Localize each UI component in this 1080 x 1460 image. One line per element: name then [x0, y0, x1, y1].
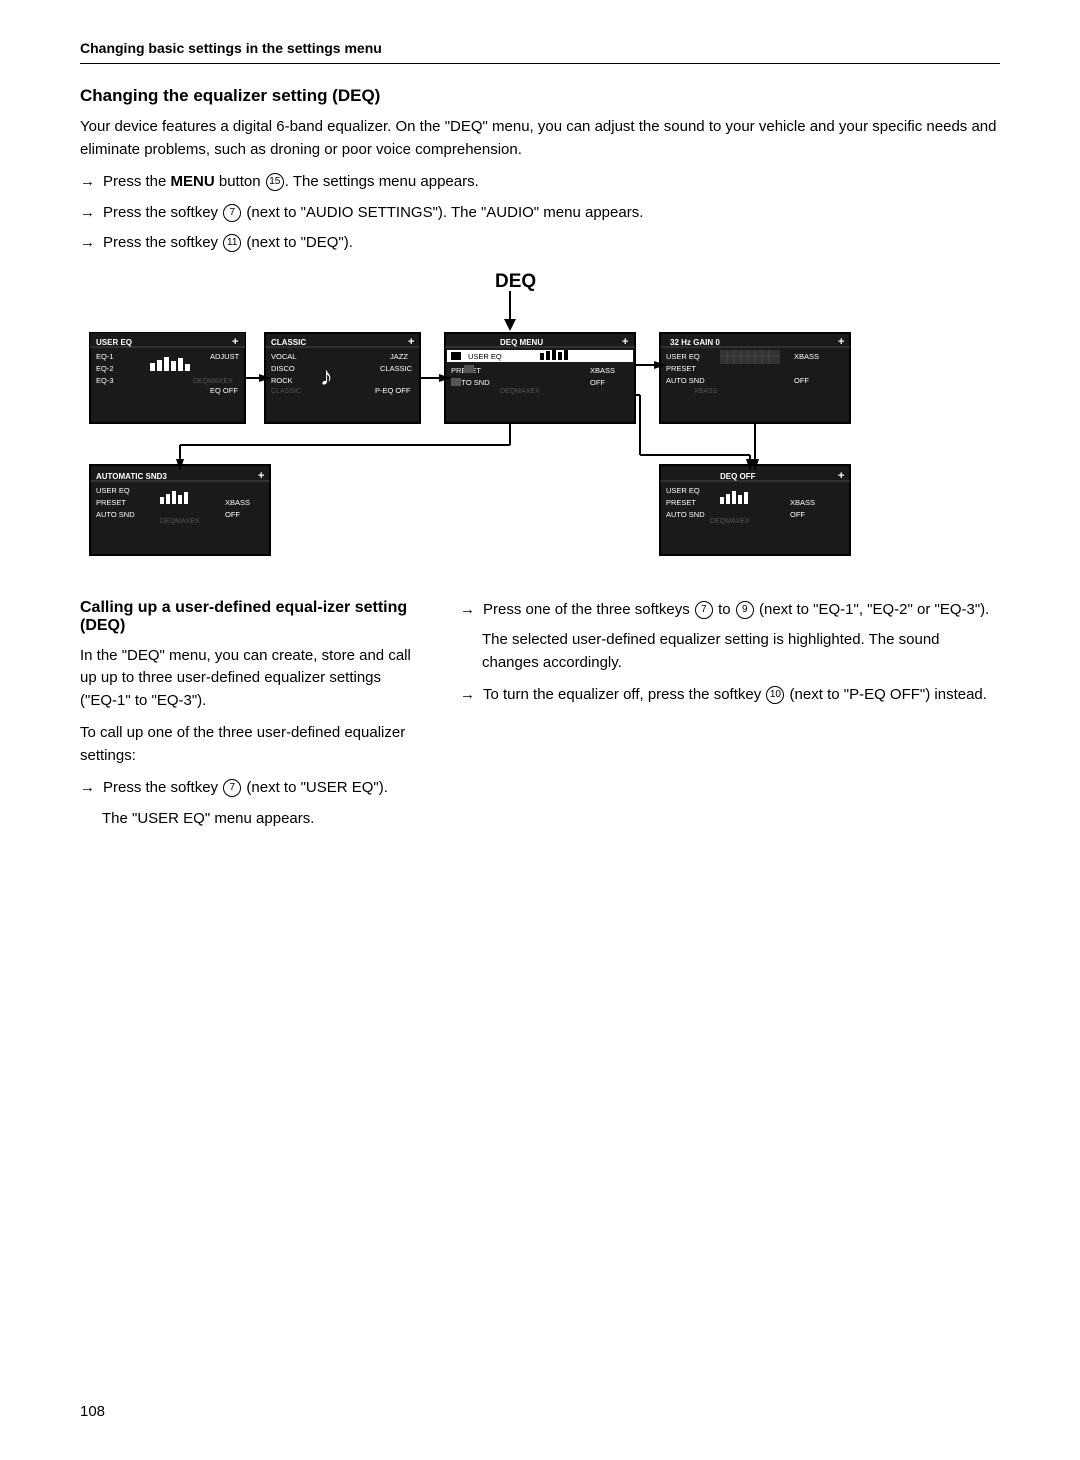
- deq-label: DEQ: [495, 271, 536, 292]
- svg-text:XBASS: XBASS: [590, 366, 615, 375]
- deq-diagram-svg: DEQ USER EQ + EQ-1 ADJUST EQ-2 EQ-3 DEQM…: [80, 265, 1000, 575]
- svg-text:ROCK: ROCK: [271, 376, 293, 385]
- bullet-softkey7-text: Press the softkey 7 (next to "AUDIO SETT…: [103, 202, 1000, 225]
- page-header: Changing basic settings in the settings …: [80, 40, 1000, 64]
- lower-left: Calling up a user-defined equal-izer set…: [80, 599, 420, 841]
- svg-text:P-EQ OFF: P-EQ OFF: [375, 386, 411, 395]
- svg-text:USER EQ: USER EQ: [666, 486, 700, 495]
- arrow-icon-eq-off: →: [460, 684, 475, 707]
- svg-text:DEQMAXEX: DEQMAXEX: [193, 378, 233, 385]
- deq-diagram: DEQ USER EQ + EQ-1 ADJUST EQ-2 EQ-3 DEQM…: [80, 265, 1000, 579]
- circled-7-right: 7: [695, 601, 713, 619]
- svg-text:JAZZ: JAZZ: [390, 352, 408, 361]
- svg-text:PRESET: PRESET: [666, 498, 696, 507]
- arrow-icon-left: →: [80, 777, 95, 800]
- bullet-menu: → Press the MENU button 15. The settings…: [80, 171, 1000, 194]
- svg-text:+: +: [838, 470, 844, 482]
- bullet-eq-off-text: To turn the equalizer off, press the sof…: [483, 684, 1000, 707]
- svg-text:OFF: OFF: [790, 510, 805, 519]
- section-deq: Changing the equalizer setting (DEQ) You…: [80, 86, 1000, 255]
- svg-text:AUTO SND: AUTO SND: [666, 376, 705, 385]
- subsection-title-text: Calling up a user-defined equal-izer set…: [80, 599, 407, 634]
- arrow-icon-right: →: [460, 599, 475, 622]
- svg-text:PRESET: PRESET: [666, 364, 696, 373]
- circled-11: 11: [223, 234, 241, 252]
- user-eq-note: The "USER EQ" menu appears.: [102, 808, 420, 831]
- svg-text:AUTO SND: AUTO SND: [666, 510, 705, 519]
- bullet-softkey7-left-text: Press the softkey 7 (next to "USER EQ").: [103, 777, 420, 800]
- svg-text:32 Hz GAIN 0: 32 Hz GAIN 0: [670, 338, 720, 347]
- lower-section: Calling up a user-defined equal-izer set…: [80, 599, 1000, 841]
- circled-9-right: 9: [736, 601, 754, 619]
- svg-text:+: +: [408, 336, 414, 348]
- svg-text:USER EQ: USER EQ: [666, 352, 700, 361]
- svg-text:+: +: [622, 336, 628, 348]
- section-deq-body: Your device features a digital 6-band eq…: [80, 116, 1000, 161]
- screen-deq-off: DEQ OFF + USER EQ PRESET XBASS AUTO SND …: [660, 465, 850, 555]
- screen-hz-gain: 32 Hz GAIN 0 + USER EQ XBASS PRESET AUTO…: [660, 333, 850, 423]
- svg-text:DEQMAXEX: DEQMAXEX: [710, 518, 750, 525]
- bullet-softkeys-right-text: Press one of the three softkeys 7 to 9 (…: [483, 599, 1000, 622]
- bullet-softkey11-text: Press the softkey 11 (next to "DEQ").: [103, 232, 1000, 255]
- bullet-eq-off: → To turn the equalizer off, press the s…: [460, 684, 1000, 707]
- bullet-menu-text: Press the MENU button 15. The settings m…: [103, 171, 1000, 194]
- svg-text:OFF: OFF: [590, 378, 605, 387]
- screen-user-eq: USER EQ + EQ-1 ADJUST EQ-2 EQ-3 DEQMAXEX…: [90, 333, 245, 423]
- svg-text:EQ-2: EQ-2: [96, 364, 114, 373]
- section-deq-title: Changing the equalizer setting (DEQ): [80, 86, 1000, 106]
- svg-text:CLASSIC: CLASSIC: [271, 338, 306, 347]
- body-text-left-1: In the "DEQ" menu, you can create, store…: [80, 645, 420, 713]
- svg-text:XBASS: XBASS: [694, 388, 718, 395]
- screen-classic: CLASSIC + VOCAL JAZZ DISCO ♪ CLASSIC ROC…: [265, 333, 420, 423]
- svg-text:USER EQ: USER EQ: [96, 486, 130, 495]
- subsection-title-left: Calling up a user-defined equal-izer set…: [80, 599, 420, 635]
- svg-text:EQ-3: EQ-3: [96, 376, 114, 385]
- svg-text:OFF: OFF: [794, 376, 809, 385]
- svg-text:XBASS: XBASS: [794, 352, 819, 361]
- svg-text:CLASSIC: CLASSIC: [271, 388, 301, 395]
- arrow-icon: →: [80, 171, 95, 194]
- svg-text:PRESET: PRESET: [96, 498, 126, 507]
- svg-text:XBASS: XBASS: [225, 498, 250, 507]
- svg-text:OFF: OFF: [225, 510, 240, 519]
- circled-10: 10: [766, 686, 784, 704]
- circled-7a: 7: [223, 204, 241, 222]
- circled-7-left: 7: [223, 779, 241, 797]
- svg-text:DEQMAXEX: DEQMAXEX: [160, 518, 200, 525]
- svg-text:DEQMAXEX: DEQMAXEX: [500, 388, 540, 395]
- bullet-softkey7-left: → Press the softkey 7 (next to "USER EQ"…: [80, 777, 420, 800]
- bullet-softkeys-right: → Press one of the three softkeys 7 to 9…: [460, 599, 1000, 622]
- svg-text:DEQ MENU: DEQ MENU: [500, 338, 543, 347]
- svg-text:ADJUST: ADJUST: [210, 352, 240, 361]
- bullet-softkey7: → Press the softkey 7 (next to "AUDIO SE…: [80, 202, 1000, 225]
- svg-text:USER EQ: USER EQ: [468, 352, 502, 361]
- svg-text:♪: ♪: [320, 361, 333, 391]
- svg-text:AUTO SND: AUTO SND: [96, 510, 135, 519]
- svg-text:CLASSIC: CLASSIC: [380, 364, 413, 373]
- svg-text:+: +: [838, 336, 844, 348]
- svg-text:+: +: [258, 470, 264, 482]
- arrow-icon-3: →: [80, 232, 95, 255]
- note-right: The selected user-defined equalizer sett…: [482, 629, 1000, 674]
- svg-text:DEQ OFF: DEQ OFF: [720, 472, 756, 481]
- svg-text:VOCAL: VOCAL: [271, 352, 296, 361]
- svg-text:AUTOMATIC SND3: AUTOMATIC SND3: [96, 472, 167, 481]
- body-text-left-2: To call up one of the three user-defined…: [80, 722, 420, 767]
- header-title: Changing basic settings in the settings …: [80, 40, 382, 56]
- svg-text:USER EQ: USER EQ: [96, 338, 132, 347]
- screen-auto-snd: AUTOMATIC SND3 + USER EQ PRESET XBASS AU…: [90, 465, 270, 555]
- svg-text:EQ OFF: EQ OFF: [210, 386, 238, 395]
- svg-text:+: +: [232, 336, 238, 348]
- arrow-icon-2: →: [80, 202, 95, 225]
- screen-deq-menu: DEQ MENU + USER EQ PRESET XBASS AUTO SND…: [445, 333, 635, 423]
- bullet-softkey11: → Press the softkey 11 (next to "DEQ").: [80, 232, 1000, 255]
- page-number: 108: [80, 1403, 105, 1420]
- svg-text:DISCO: DISCO: [271, 364, 295, 373]
- lower-right: → Press one of the three softkeys 7 to 9…: [460, 599, 1000, 841]
- svg-text:XBASS: XBASS: [790, 498, 815, 507]
- svg-text:EQ-1: EQ-1: [96, 352, 114, 361]
- circled-15: 15: [266, 173, 284, 191]
